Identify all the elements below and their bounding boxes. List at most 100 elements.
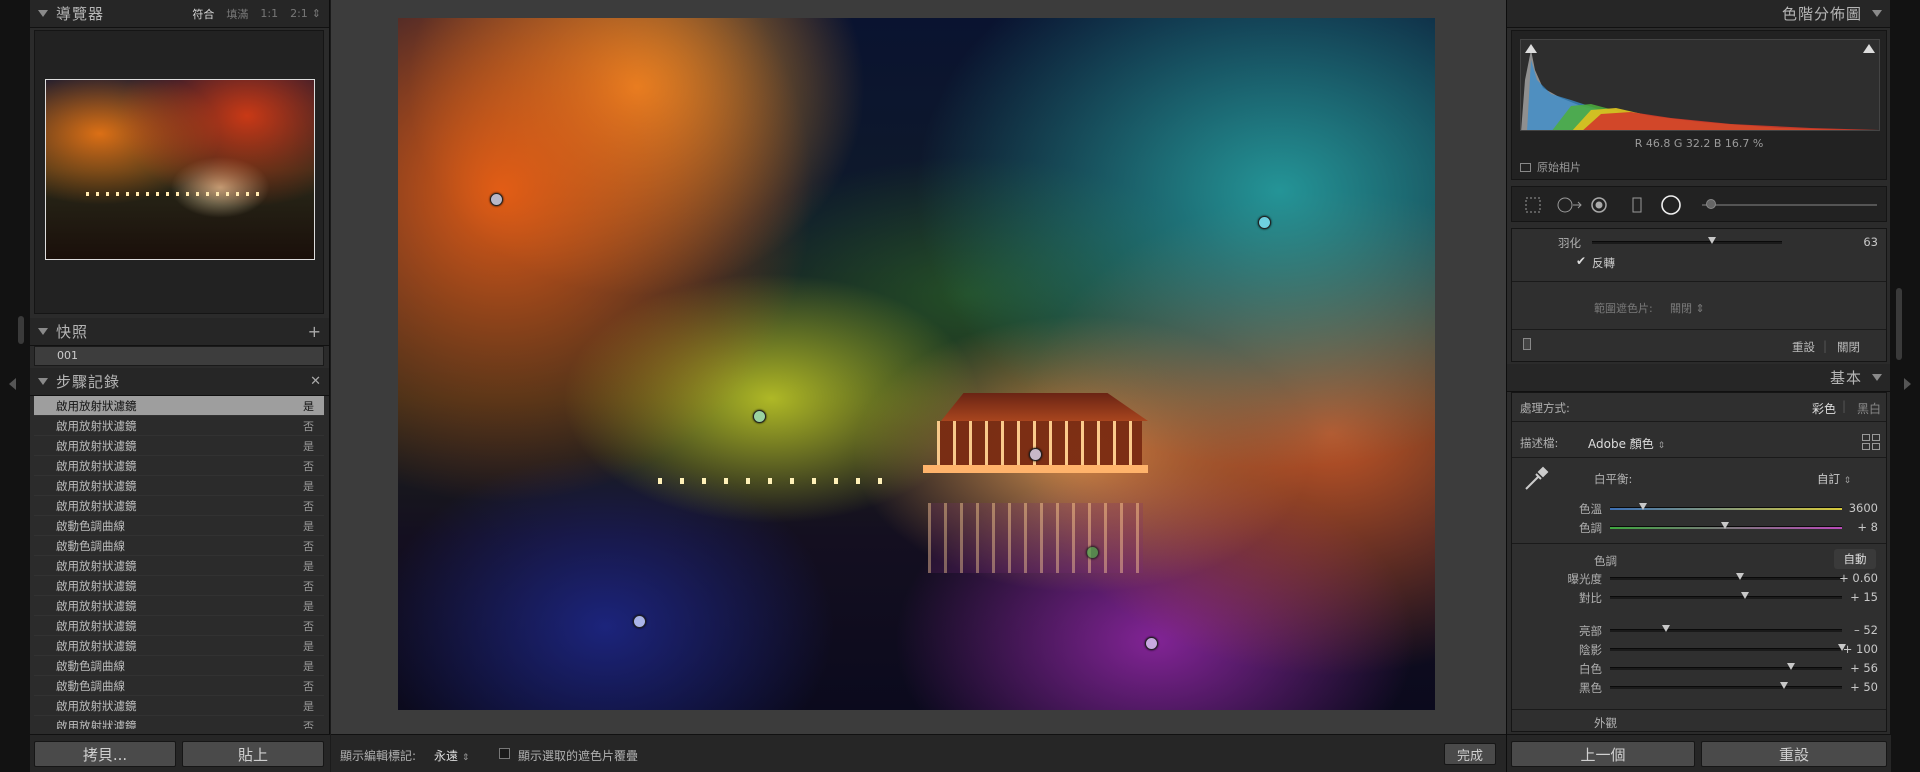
exposure-slider-thumb[interactable] [1735, 573, 1744, 580]
blacks-slider-thumb[interactable] [1780, 682, 1788, 689]
navigator-header[interactable]: 導覽器 符合 填滿 1:1 2:1 ⇕ [30, 0, 329, 28]
temp-value[interactable]: 3600 [1832, 501, 1878, 515]
paste-button[interactable]: 貼上 [182, 741, 324, 767]
reset-button[interactable]: 重設 [1701, 741, 1887, 767]
histogram-graph[interactable] [1520, 39, 1880, 131]
profile-browser-grid-icon[interactable] [1862, 434, 1880, 450]
contrast-slider-track[interactable] [1610, 596, 1842, 599]
shadow-clipping-indicator-icon[interactable] [1525, 44, 1537, 53]
history-row[interactable]: 啟動色調曲線 否 [34, 676, 324, 696]
filter-pin[interactable] [633, 615, 646, 628]
radial-filter-icon[interactable] [1660, 194, 1682, 216]
show-overlay-checkbox[interactable] [499, 748, 510, 759]
contrast-slider-thumb[interactable] [1740, 592, 1749, 599]
history-row[interactable]: 啟用放射狀濾鏡 是 [34, 636, 324, 656]
history-row[interactable]: 啟動色調曲線 是 [34, 516, 324, 536]
history-row[interactable]: 啟用放射狀濾鏡 否 [34, 496, 324, 516]
history-row[interactable]: 啟用放射狀濾鏡 否 [34, 576, 324, 596]
history-row[interactable]: 啟用放射狀濾鏡 否 [34, 416, 324, 436]
exposure-label: 曝光度 [1567, 572, 1603, 586]
panel-toggle-switch[interactable] [1523, 338, 1531, 350]
collapse-right-panel-arrow-icon[interactable] [1904, 378, 1911, 390]
zoom-1-1-option[interactable]: 1:1 [260, 7, 278, 20]
shadows-slider-track[interactable] [1610, 648, 1842, 651]
exposure-value[interactable]: + 0.60 [1832, 571, 1878, 585]
auto-tone-button[interactable]: 自動 [1834, 549, 1876, 569]
original-photo-toggle[interactable]: 原始相片 [1520, 159, 1581, 175]
filter-pin[interactable] [1258, 216, 1271, 229]
snapshots-header[interactable]: 快照 + [30, 318, 329, 346]
history-header[interactable]: 步驟記錄 ✕ [30, 368, 329, 396]
photo-preview[interactable] [398, 18, 1435, 710]
history-row[interactable]: 啟用放射狀濾鏡 是 [34, 696, 324, 716]
history-row[interactable]: 啟用放射狀濾鏡 是 [34, 436, 324, 456]
graduated-filter-icon[interactable] [1628, 196, 1646, 214]
red-eye-icon[interactable] [1590, 196, 1608, 214]
snapshot-item[interactable]: 001 [34, 346, 324, 366]
done-button[interactable]: 完成 [1444, 743, 1496, 765]
filter-pin[interactable] [1086, 546, 1099, 559]
filter-pin[interactable] [753, 410, 766, 423]
invert-checkbox[interactable]: ✔ [1576, 254, 1586, 268]
previous-button[interactable]: 上一個 [1511, 741, 1695, 767]
temp-slider-thumb[interactable] [1639, 503, 1647, 510]
filter-pin[interactable] [1145, 637, 1158, 650]
history-row[interactable]: 啟用放射狀濾鏡 否 [34, 716, 324, 730]
spot-removal-icon[interactable] [1556, 196, 1584, 214]
adjustment-brush-slider[interactable] [1702, 204, 1877, 206]
tint-value[interactable]: + 8 [1832, 520, 1878, 534]
zoom-fill-option[interactable]: 填滿 [226, 6, 248, 22]
shadows-value[interactable]: + 100 [1832, 642, 1878, 656]
navigator-thumbnail[interactable] [45, 79, 315, 260]
adjustment-brush-icon[interactable] [1706, 199, 1716, 209]
highlights-value[interactable]: – 52 [1832, 623, 1878, 637]
whites-slider-thumb[interactable] [1786, 663, 1795, 670]
mask-reset-button[interactable]: 重設 [1792, 339, 1815, 355]
feather-slider-thumb[interactable] [1707, 237, 1716, 244]
filter-pin[interactable] [1029, 448, 1042, 461]
zoom-fit-option[interactable]: 符合 [192, 6, 214, 22]
collapse-left-panel-arrow-icon[interactable] [9, 378, 16, 390]
left-panel-scrollbar[interactable] [18, 316, 24, 344]
profile-select[interactable]: Adobe 顏色 ⇕ [1588, 435, 1665, 452]
blacks-slider-track[interactable] [1610, 686, 1842, 689]
mask-close-button[interactable]: 關閉 [1837, 339, 1860, 355]
whites-slider-track[interactable] [1610, 667, 1842, 670]
zoom-menu-icon[interactable]: ⇕ [312, 7, 321, 20]
show-edit-pins-select[interactable]: 永遠 ⇕ [434, 747, 469, 764]
contrast-value[interactable]: + 15 [1832, 590, 1878, 604]
history-row[interactable]: 啟動色調曲線 否 [34, 536, 324, 556]
history-step-flag: 否 [303, 499, 314, 513]
whites-value[interactable]: + 56 [1832, 661, 1878, 675]
basic-header[interactable]: 基本 [1507, 364, 1890, 392]
white-balance-eyedropper-icon[interactable] [1522, 465, 1550, 493]
history-row[interactable]: 啟用放射狀濾鏡 否 [34, 616, 324, 636]
history-row[interactable]: 啟用放射狀濾鏡 是 [34, 556, 324, 576]
zoom-2-1-option[interactable]: 2:1 [290, 7, 308, 20]
treatment-color-option[interactable]: 彩色 [1812, 400, 1836, 417]
range-mask-select[interactable]: 關閉 ⇕ [1670, 300, 1705, 316]
exposure-slider-track[interactable] [1610, 577, 1842, 580]
copy-button[interactable]: 拷貝... [34, 741, 176, 767]
clear-history-close-icon[interactable]: ✕ [310, 374, 321, 389]
history-row[interactable]: 啟動色調曲線 是 [34, 656, 324, 676]
highlight-clipping-indicator-icon[interactable] [1863, 44, 1875, 53]
white-balance-select[interactable]: 自訂 ⇕ [1817, 471, 1851, 487]
filter-pin[interactable] [490, 193, 503, 206]
highlights-slider-thumb[interactable] [1661, 625, 1670, 632]
feather-slider-track[interactable] [1592, 241, 1782, 244]
add-snapshot-plus-icon[interactable]: + [308, 322, 321, 341]
navigator-preview-area[interactable] [34, 30, 324, 314]
treatment-bw-option[interactable]: 黑白 [1857, 400, 1881, 417]
right-panel-scrollbar[interactable] [1896, 288, 1902, 360]
history-row[interactable]: 啟用放射狀濾鏡 是 [34, 396, 324, 416]
feather-value[interactable]: 63 [1832, 235, 1878, 249]
history-row[interactable]: 啟用放射狀濾鏡 是 [34, 476, 324, 496]
highlights-slider-track[interactable] [1610, 629, 1842, 632]
history-row[interactable]: 啟用放射狀濾鏡 否 [34, 456, 324, 476]
history-row[interactable]: 啟用放射狀濾鏡 是 [34, 596, 324, 616]
blacks-value[interactable]: + 50 [1832, 680, 1878, 694]
crop-overlay-icon[interactable] [1524, 196, 1542, 214]
tint-slider-thumb[interactable] [1721, 522, 1729, 529]
histogram-header[interactable]: 色階分佈圖 [1507, 0, 1890, 28]
